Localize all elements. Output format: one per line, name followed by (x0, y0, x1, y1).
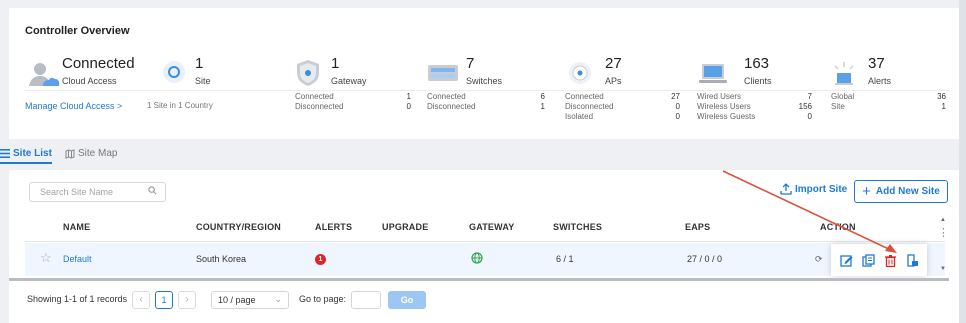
alerts-label: Alerts (868, 76, 892, 86)
tab-site-map[interactable]: Site Map (65, 148, 117, 159)
copy-icon[interactable] (862, 253, 875, 267)
switches-cell: 6 / 1 (556, 254, 574, 264)
goto-page-input[interactable] (351, 291, 381, 309)
switches-label: Switches (466, 76, 503, 86)
switch-device-icon (428, 65, 458, 81)
aps-label: APs (605, 76, 622, 86)
upload-icon (780, 183, 792, 195)
col-country-region[interactable]: COUNTRY/REGION (196, 222, 281, 232)
site-country-summary: 1 Site in 1 Country (147, 101, 213, 110)
col-upgrade[interactable]: UPGRADE (382, 222, 428, 232)
cloud-access-label: Cloud Access (62, 76, 117, 86)
page-size-select[interactable]: 10 / page ⌄ (211, 291, 289, 309)
alerts-count: 37 (868, 55, 885, 72)
globe-icon (471, 252, 483, 264)
chevron-down-icon: ⌄ (274, 294, 282, 304)
clients-label: Clients (744, 76, 772, 86)
site-name-link[interactable]: Default (63, 254, 92, 264)
col-eaps[interactable]: EAPS (685, 222, 710, 232)
cloud-user-icon (29, 63, 60, 86)
export-site-icon[interactable] (906, 253, 919, 267)
gateway-status-cell (471, 252, 483, 266)
manage-cloud-access-link[interactable]: Manage Cloud Access > (25, 101, 122, 111)
cloud-status: Connected (62, 55, 135, 72)
window-right-edge (959, 0, 966, 323)
add-new-site-button[interactable]: + Add New Site (854, 180, 948, 203)
scroll-down-arrow-icon[interactable]: ▼ (940, 266, 946, 272)
gateway-count: 1 (331, 55, 340, 72)
site-count: 1 (195, 55, 204, 72)
eaps-cell: 27 / 0 / 0 (687, 254, 723, 264)
site-label: Site (195, 76, 211, 86)
tab-site-list[interactable]: Site List (0, 148, 52, 164)
map-icon (65, 148, 75, 159)
prev-page-button[interactable]: ‹ (132, 291, 150, 309)
col-name[interactable]: NAME (63, 222, 90, 232)
site-location-icon (163, 61, 185, 83)
country-cell: South Korea (196, 254, 247, 264)
access-point-icon (569, 62, 591, 84)
alert-count-badge[interactable]: 1 (315, 254, 326, 265)
add-new-site-label: Add New Site (875, 186, 940, 197)
col-alerts[interactable]: ALERTS (315, 222, 352, 232)
alerts-detail: Global 36 Site 1 (831, 92, 946, 111)
overview-divider (25, 90, 950, 91)
plus-icon: + (862, 183, 871, 200)
tab-site-list-label: Site List (13, 148, 52, 159)
goto-label: Go to page: (299, 294, 347, 304)
tab-site-map-label: Site Map (78, 148, 118, 159)
clients-count: 163 (744, 55, 770, 72)
table-row[interactable]: ☆ Default South Korea 1 6 / 1 27 / 0 / 0… (25, 243, 945, 276)
scroll-up-arrow-icon[interactable]: ▲ (940, 217, 946, 223)
col-gateway[interactable]: GATEWAY (469, 222, 514, 232)
col-action: ACTION (820, 222, 856, 232)
aps-detail: Connected 27 Disconnected 0 Isolated 0 (565, 92, 680, 121)
clients-detail: Wired Users 7 Wireless Users 156 Wireless … (697, 92, 812, 121)
go-button[interactable]: Go (388, 291, 426, 309)
more-options-icon[interactable]: ⋮ (938, 226, 949, 239)
overview-title: Controller Overview (25, 25, 130, 37)
edit-icon[interactable] (840, 254, 853, 267)
alerts-cell: 1 (315, 253, 326, 265)
current-page-button[interactable]: 1 (155, 291, 173, 309)
search-placeholder: Search Site Name (40, 187, 114, 197)
import-site-label: Import Site (795, 183, 848, 195)
horizontal-scrollbar[interactable] (9, 278, 949, 281)
active-tab-underline (0, 162, 52, 164)
site-list-panel: Search Site Name Import Site + Add New S… (9, 170, 966, 323)
gateway-label: Gateway (331, 76, 367, 86)
partial-action-icon: ⟳ (815, 254, 823, 264)
switches-detail: Connected 6 Disconnected 1 (427, 92, 545, 111)
delete-icon[interactable] (884, 254, 897, 267)
search-input[interactable]: Search Site Name (29, 182, 166, 202)
gateway-detail: Connected 1 Disconnected 0 (295, 92, 411, 111)
switches-count: 7 (466, 55, 475, 72)
import-site-button[interactable]: Import Site (780, 183, 847, 195)
table-header: NAME COUNTRY/REGION ALERTS UPGRADE GATEW… (25, 210, 945, 242)
laptop-icon (699, 64, 727, 83)
page-size-value: 10 / page (218, 295, 256, 305)
col-switches[interactable]: SWITCHES (553, 222, 602, 232)
records-summary: Showing 1-1 of 1 records (27, 294, 128, 304)
search-icon (148, 186, 157, 195)
favorite-star-icon[interactable]: ☆ (40, 250, 52, 266)
aps-count: 27 (605, 55, 622, 72)
action-popover (831, 244, 927, 276)
gateway-shield-icon (297, 60, 319, 86)
next-page-button[interactable]: › (178, 291, 196, 309)
alert-beacon-icon (834, 62, 854, 85)
list-icon (0, 149, 10, 158)
controller-overview-card: Controller Overview Connected Cloud Acce… (9, 8, 966, 139)
